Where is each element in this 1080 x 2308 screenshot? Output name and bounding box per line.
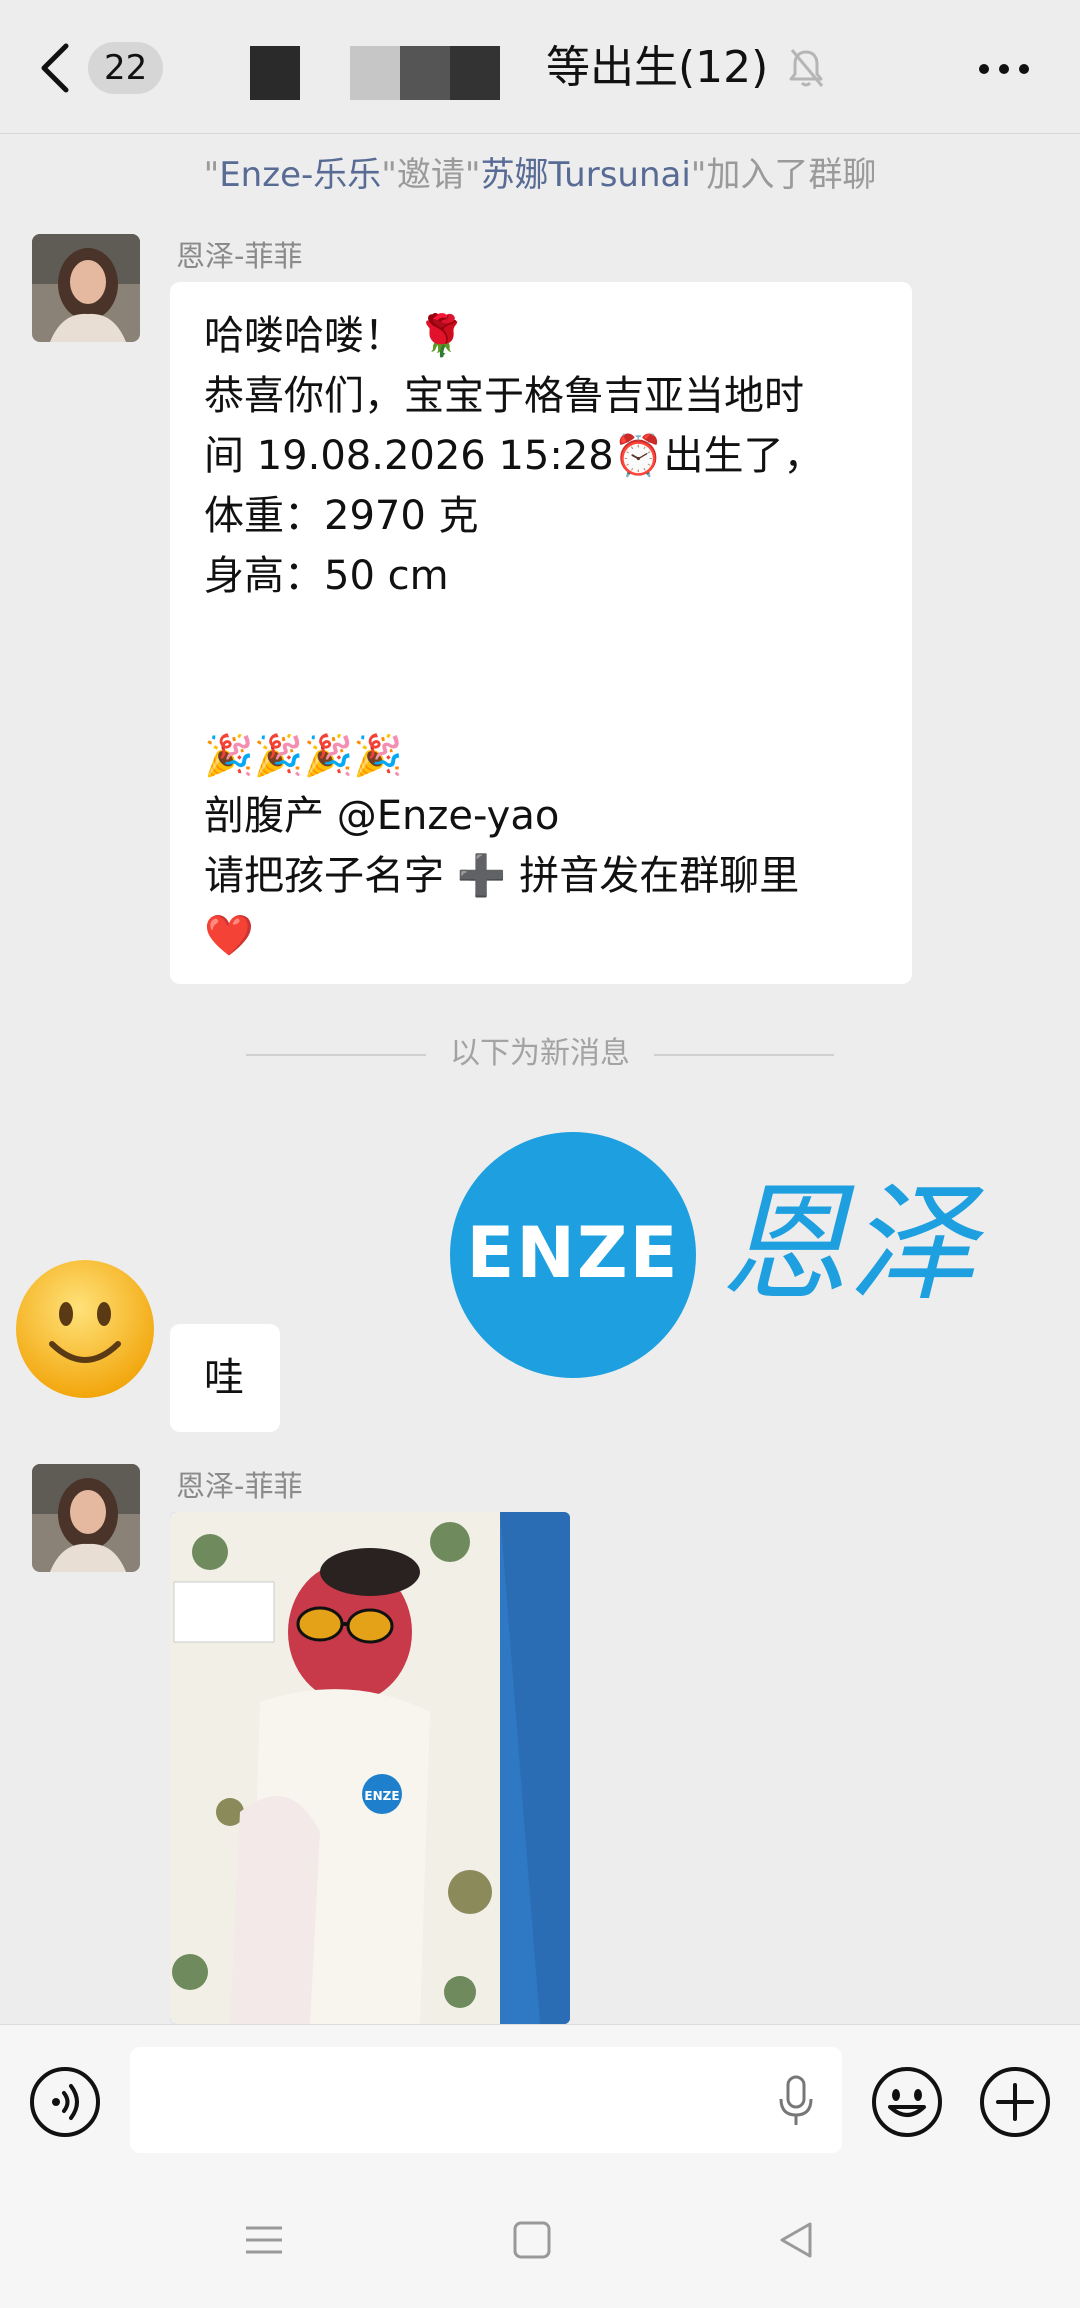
system-notice: "Enze-乐乐"邀请"苏娜Tursunai"加入了群聊 [0,150,1080,200]
bell-off-icon [789,49,824,87]
notice-text: "加入了群聊 [690,155,877,195]
voice-icon[interactable] [28,2065,102,2139]
message-bubble[interactable]: 哇 [170,1324,280,1432]
notice-text: "邀请" [381,155,481,195]
newborn-photo[interactable]: ENZE [170,1512,570,2024]
smiley-avatar[interactable] [14,1258,156,1400]
sender-name: 恩泽-菲菲 [176,1469,303,1503]
redacted-name-block [250,46,300,100]
message-line: 恭喜你们，宝宝于格鲁吉亚当地时 [204,373,804,419]
message-text: 哇 [204,1355,244,1401]
menu-icon[interactable] [244,2220,284,2260]
message-line: 请把孩子名字 ➕ 拼音发在群聊里 [204,853,800,899]
divider-line [654,1054,834,1056]
chevron-left-icon[interactable] [36,38,76,98]
system-nav-bar [0,2176,1080,2308]
chat-title: 等出生(12) [546,42,769,93]
sender-name: 恩泽-菲菲 [176,239,303,273]
redacted-name-block [450,46,500,100]
message-line: 体重：2970 克 [204,493,479,539]
message-line: ❤️ [204,913,254,959]
message-line: 🎉🎉🎉🎉 [204,733,404,779]
new-messages-divider: 以下为新消息 [450,1036,630,1071]
redacted-name-block [400,46,450,100]
message-bubble[interactable]: 哈喽哈喽！ 🌹 恭喜你们，宝宝于格鲁吉亚当地时 间 19.08.2026 15:… [170,282,912,984]
logo-text: ENZE [466,1212,680,1294]
unread-count-badge[interactable]: 22 [88,42,164,94]
chat-header: 22 等出生(12) [0,0,1080,134]
message-line [204,666,912,726]
logo-chinese: 恩泽 [720,1170,977,1319]
input-bar [0,2024,1080,2176]
message-line: 间 19.08.2026 15:28⏰出生了， [204,433,824,479]
emoji-icon[interactable] [870,2065,944,2139]
avatar[interactable] [32,1464,140,1572]
svg-text:ENZE: ENZE [364,1789,399,1803]
message-line: 哈喽哈喽！ 🌹 [204,313,467,359]
redacted-name-block [350,46,400,100]
back-triangle-icon[interactable] [776,2220,816,2260]
more-icon[interactable] [976,54,1032,84]
message-input[interactable] [130,2047,842,2153]
notice-text: " [203,155,220,195]
message-line [204,606,912,666]
inviter-link[interactable]: Enze-乐乐 [219,155,381,195]
avatar[interactable] [32,234,140,342]
message-line: 身高：50 cm [204,553,449,599]
plus-icon[interactable] [978,2065,1052,2139]
invitee-link[interactable]: 苏娜Tursunai [481,155,691,195]
home-icon[interactable] [512,2220,552,2260]
message-line: 剖腹产 @Enze-yao [204,793,560,839]
mic-icon[interactable] [776,2075,816,2127]
